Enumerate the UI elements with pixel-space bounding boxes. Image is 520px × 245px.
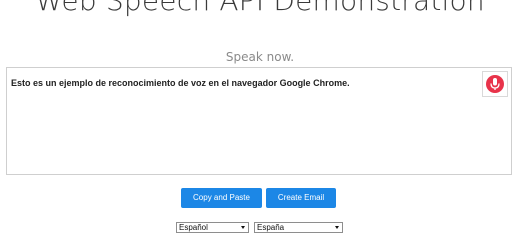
speech-status: Speak now. xyxy=(225,50,295,64)
chevron-down-icon xyxy=(335,226,339,229)
microphone-button[interactable] xyxy=(482,71,508,97)
page-title: Web Speech API Demonstration xyxy=(35,0,485,17)
transcript-area[interactable]: Esto es un ejemplo de reconocimiento de … xyxy=(6,67,512,175)
language-select[interactable]: Español xyxy=(176,222,249,233)
dialect-select[interactable]: España xyxy=(254,222,343,233)
microphone-icon xyxy=(486,75,504,93)
chevron-down-icon xyxy=(241,226,245,229)
transcript-text: Esto es un ejemplo de reconocimiento de … xyxy=(11,78,350,88)
dialect-select-value: España xyxy=(257,223,285,232)
language-select-value: Español xyxy=(179,223,208,232)
create-email-button[interactable]: Create Email xyxy=(266,188,336,208)
copy-and-paste-button[interactable]: Copy and Paste xyxy=(181,188,262,208)
